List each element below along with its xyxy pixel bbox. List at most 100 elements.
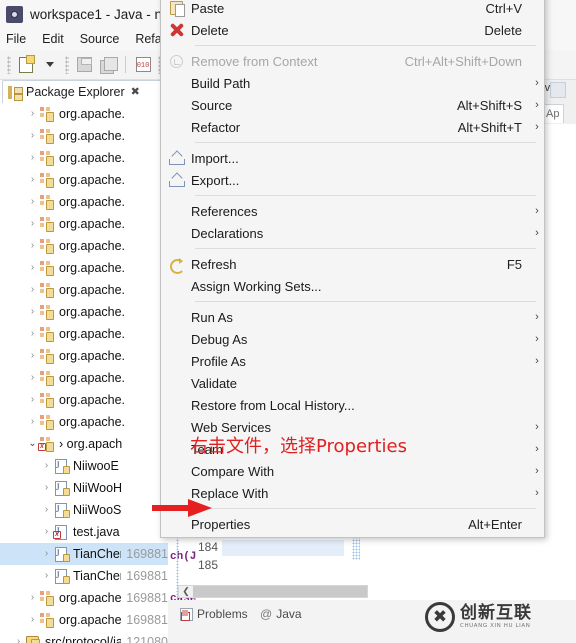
toolbar-grip-2[interactable] [65, 55, 69, 74]
tree-row[interactable]: › org.apache. [0, 213, 168, 235]
package-explorer-panel: Package Explorer ✖ › org.apache. › org.apac… [0, 80, 168, 643]
scrollbar-thumb[interactable] [193, 586, 367, 597]
new-dropdown-button[interactable] [39, 54, 61, 76]
chevron-right-icon[interactable]: › [26, 593, 39, 603]
binary-button[interactable]: 010 [132, 54, 154, 76]
tree-row[interactable]: › src/protocol/java 121080 [0, 631, 168, 643]
tree-row[interactable]: › TianChengSampler.java 169881 [0, 543, 168, 565]
chevron-right-icon[interactable]: › [26, 175, 39, 185]
tree-row-label: org.apache. [59, 151, 126, 165]
menu-item-restore-from-local-history[interactable]: Restore from Local History... [161, 394, 544, 416]
tree-row[interactable]: › org.apache. [0, 411, 168, 433]
chevron-right-icon[interactable]: › [40, 571, 53, 581]
tree-row[interactable]: › org.apache. [0, 389, 168, 411]
chevron-right-icon[interactable]: › [26, 153, 39, 163]
tree-row[interactable]: › org.apache. [0, 257, 168, 279]
tree-row[interactable]: › org.apache. [0, 169, 168, 191]
menu-item-declarations[interactable]: Declarations › [161, 222, 544, 244]
tree-row[interactable]: › org.apache. [0, 235, 168, 257]
chevron-right-icon[interactable]: › [26, 351, 39, 361]
close-icon[interactable]: ✖ [131, 86, 140, 98]
tree-row[interactable]: › NiiwooE [0, 455, 168, 477]
editor-tool-icon-2[interactable] [550, 82, 566, 98]
tree-row[interactable]: › org.apache.niiwoo.commons 169881 [0, 587, 168, 609]
chevron-right-icon[interactable]: › [26, 285, 39, 295]
package-icon [39, 173, 55, 188]
tree-row[interactable]: › org.apache. [0, 279, 168, 301]
chevron-right-icon[interactable]: › [26, 615, 39, 625]
scroll-left-icon[interactable]: ❮ [179, 586, 193, 597]
view-tab-javadoc[interactable]: @ Java [260, 607, 302, 621]
refresh-icon [169, 257, 185, 274]
menu-refactor[interactable]: Refa [135, 32, 161, 46]
chevron-right-icon[interactable]: › [26, 329, 39, 339]
chevron-right-icon[interactable]: › [40, 527, 53, 537]
menu-item-import[interactable]: Import... [161, 147, 544, 169]
tree-row-label: org.apache. [59, 217, 126, 231]
chevron-right-icon[interactable]: › [26, 395, 39, 405]
package-explorer-tab[interactable]: Package Explorer ✖ [2, 80, 162, 103]
menu-item-debug-as[interactable]: Debug As › [161, 328, 544, 350]
toolbar-grip[interactable] [7, 55, 11, 74]
menu-item-validate[interactable]: Validate [161, 372, 544, 394]
tree-row-label: TianChengUAPSampler.java [73, 569, 121, 583]
project-tree[interactable]: › org.apache. › org.apache. › org.apache. › org… [0, 103, 168, 643]
chevron-right-icon[interactable]: › [40, 505, 53, 515]
tree-row[interactable]: › org.apache. [0, 125, 168, 147]
chevron-right-icon[interactable]: › [26, 219, 39, 229]
chevron-right-icon[interactable]: › [26, 373, 39, 383]
menu-item-assign-working-sets[interactable]: Assign Working Sets... [161, 275, 544, 297]
menu-item-references[interactable]: References › [161, 200, 544, 222]
watermark: ✖ 创新互联 CHUANG XIN HU LIAN [425, 602, 532, 632]
chevron-right-icon[interactable]: › [26, 131, 39, 141]
tree-row[interactable]: › NiiWooH [0, 477, 168, 499]
tree-row[interactable]: › NiiWooS [0, 499, 168, 521]
chevron-right-icon[interactable]: › [26, 109, 39, 119]
tree-row[interactable]: › org.apache. [0, 147, 168, 169]
menu-item-replace-with[interactable]: Replace With › [161, 482, 544, 504]
menu-source[interactable]: Source [80, 32, 120, 46]
tree-row[interactable]: ›x test.java [0, 521, 168, 543]
package-icon [39, 613, 55, 628]
menu-item-source[interactable]: Source Alt+Shift+S › [161, 94, 544, 116]
save-button[interactable] [73, 54, 95, 76]
tree-row[interactable]: › org.apache. [0, 345, 168, 367]
chevron-right-icon[interactable]: › [26, 307, 39, 317]
chevron-right-icon[interactable]: › [12, 637, 25, 643]
submenu-chevron-icon: › [535, 465, 539, 477]
menu-item-export[interactable]: Export... [161, 169, 544, 191]
chevron-right-icon[interactable]: › [26, 263, 39, 273]
menu-item-paste[interactable]: Paste Ctrl+V [161, 0, 544, 19]
menu-item-refresh[interactable]: Refresh F5 [161, 253, 544, 275]
view-tab-problems[interactable]: Problems [180, 607, 248, 621]
tree-row[interactable]: › org.apache. [0, 301, 168, 323]
chevron-right-icon[interactable]: › [40, 461, 53, 471]
tree-row[interactable]: › TianChengUAPSampler.java 169881 [0, 565, 168, 587]
chevron-right-icon[interactable]: › [40, 483, 53, 493]
save-all-button[interactable] [97, 54, 119, 76]
tree-row[interactable]: › org.apache.niiwoo.gui 169881 [0, 609, 168, 631]
menu-item-compare-with[interactable]: Compare With › [161, 460, 544, 482]
chevron-right-icon[interactable]: › [26, 197, 39, 207]
menu-item-refactor[interactable]: Refactor Alt+Shift+T › [161, 116, 544, 138]
tree-row[interactable]: › org.apache. [0, 191, 168, 213]
tree-row[interactable]: › org.apache. [0, 367, 168, 389]
tree-row[interactable]: › org.apache. [0, 103, 168, 125]
editor-horizontal-scrollbar[interactable]: ❮ [178, 585, 368, 598]
new-file-button[interactable] [15, 54, 37, 76]
menu-item-profile-as[interactable]: Profile As › [161, 350, 544, 372]
tree-row[interactable]: › org.apache. [0, 323, 168, 345]
menu-item-properties[interactable]: Properties Alt+Enter [161, 513, 544, 535]
java-file-icon [53, 547, 70, 562]
delete-icon [161, 19, 191, 41]
tree-row[interactable]: ⌄ x › org.apach [0, 433, 168, 455]
menu-item-build-path[interactable]: Build Path › [161, 72, 544, 94]
menu-item-delete[interactable]: Delete Delete [161, 19, 544, 41]
chevron-right-icon[interactable]: › [26, 417, 39, 427]
menu-edit[interactable]: Edit [42, 32, 64, 46]
chevron-right-icon[interactable]: › [40, 549, 53, 559]
chevron-right-icon[interactable]: › [26, 241, 39, 251]
menu-file[interactable]: File [6, 32, 26, 46]
package-icon [39, 239, 55, 254]
menu-item-run-as[interactable]: Run As › [161, 306, 544, 328]
